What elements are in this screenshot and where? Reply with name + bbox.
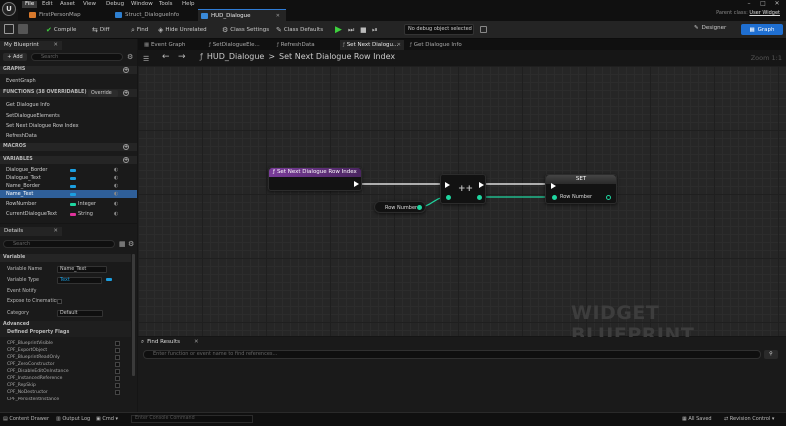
content-drawer-label: Content Drawer	[9, 416, 49, 422]
output-log-button[interactable]: ▥ Output Log	[56, 416, 90, 422]
set-exec-out-pin[interactable]	[606, 181, 612, 187]
set-pin-label: Row Number	[560, 194, 593, 200]
find-input[interactable]: Enter function or event name to find ref…	[143, 350, 761, 359]
revision-control-button[interactable]: ⇄ Revision Control ▾	[724, 416, 774, 422]
close-find-icon[interactable]: ✕	[194, 338, 199, 347]
set-exec-in-pin[interactable]	[551, 183, 556, 189]
save-status[interactable]: ▦ All Saved	[682, 416, 712, 422]
revision-label: Revision Control	[729, 416, 771, 422]
function-entry-node[interactable]: ƒ Set Next Dialogue Row Index	[268, 167, 362, 191]
function-entry-title: Set Next Dialogue Row Index	[276, 169, 357, 175]
saved-label: All Saved	[688, 416, 712, 422]
increment-out-pin[interactable]	[477, 195, 482, 200]
set-out-pin[interactable]	[606, 195, 611, 200]
find-results-title: Find Results	[147, 339, 180, 345]
increment-in-pin[interactable]	[446, 195, 451, 200]
increment-node[interactable]: ++	[440, 174, 486, 204]
console-input[interactable]: Enter Console Command	[131, 415, 253, 423]
chevron-down-icon: ▾	[113, 416, 118, 422]
cmd-dropdown[interactable]: ▣ Cmd ▾	[96, 416, 118, 422]
function-entry-header: ƒ Set Next Dialogue Row Index	[269, 168, 361, 177]
function-icon: ƒ	[273, 169, 275, 175]
set-in-pin[interactable]	[552, 195, 557, 200]
getter-label: Row Number	[385, 205, 418, 211]
chevron-down-icon: ▾	[770, 416, 775, 422]
content-drawer-button[interactable]: ▤ Content Drawer	[3, 416, 49, 422]
increment-symbol: ++	[458, 184, 474, 194]
find-binoculars-button[interactable]: ⚲	[764, 350, 778, 359]
exec-out-pin[interactable]	[354, 181, 359, 187]
cmd-label: Cmd	[102, 416, 114, 422]
find-results-panel	[138, 337, 786, 412]
set-node[interactable]: SET Row Number	[545, 174, 617, 204]
tab-find-results[interactable]: ⌕ Find Results ✕	[141, 338, 199, 347]
row-number-getter-node[interactable]: Row Number	[374, 201, 426, 213]
increment-exec-in-pin[interactable]	[445, 182, 450, 188]
getter-out-pin[interactable]	[417, 205, 422, 210]
search-icon: ⌕	[141, 339, 145, 345]
output-log-label: Output Log	[62, 416, 91, 422]
increment-exec-out-pin[interactable]	[479, 182, 484, 188]
